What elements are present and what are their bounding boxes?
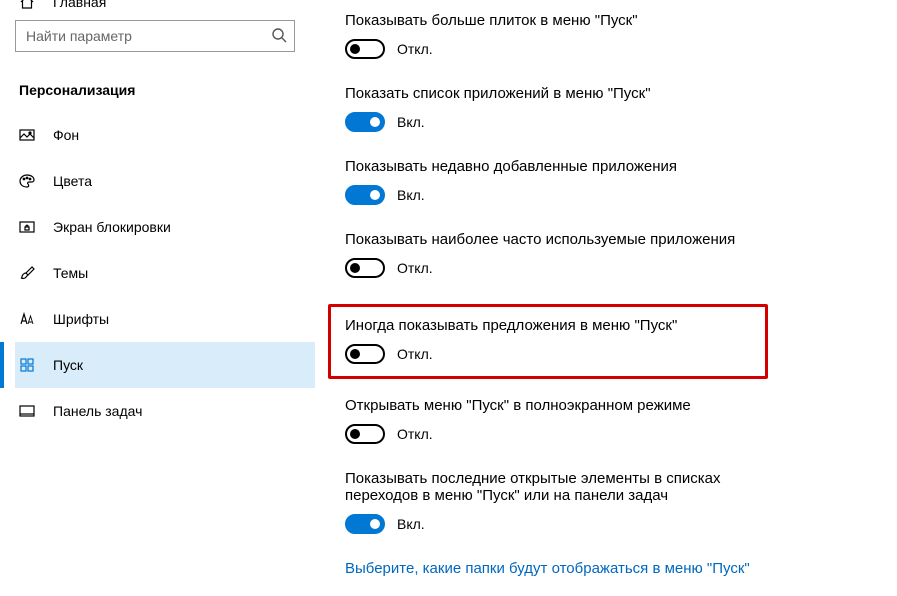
setting-most-used: Показывать наиболее часто используемые п…: [345, 231, 877, 278]
toggle-state: Откл.: [397, 346, 433, 362]
toggle-more-tiles[interactable]: [345, 39, 385, 59]
setting-label: Показывать последние открытые элементы в…: [345, 470, 775, 504]
sidebar-item-taskbar[interactable]: Панель задач: [15, 388, 315, 434]
sidebar-item-background[interactable]: Фон: [15, 112, 315, 158]
toggle-state: Вкл.: [397, 187, 425, 203]
search-wrap: [15, 20, 295, 52]
sidebar-item-colors[interactable]: Цвета: [15, 158, 315, 204]
setting-recent-apps: Показывать недавно добавленные приложени…: [345, 158, 877, 205]
sidebar-item-label: Экран блокировки: [53, 219, 171, 235]
toggle-most-used[interactable]: [345, 258, 385, 278]
palette-icon: [19, 173, 35, 189]
sidebar-item-label: Цвета: [53, 173, 92, 189]
search-input[interactable]: [15, 20, 295, 52]
setting-app-list: Показать список приложений в меню "Пуск"…: [345, 85, 877, 132]
sidebar-item-themes[interactable]: Темы: [15, 250, 315, 296]
sidebar-item-home[interactable]: Главная: [15, 0, 315, 12]
search-icon: [271, 27, 287, 43]
category-header: Персонализация: [15, 72, 315, 112]
toggle-state: Вкл.: [397, 516, 425, 532]
sidebar-item-label: Панель задач: [53, 403, 142, 419]
toggle-state: Вкл.: [397, 114, 425, 130]
setting-label: Показывать больше плиток в меню "Пуск": [345, 12, 877, 29]
setting-label: Показывать наиболее часто используемые п…: [345, 231, 877, 248]
toggle-suggestions[interactable]: [345, 344, 385, 364]
folders-link[interactable]: Выберите, какие папки будут отображаться…: [345, 560, 877, 577]
font-icon: [19, 311, 35, 327]
content: Пуск Показывать больше плиток в меню "Пу…: [315, 0, 897, 596]
home-icon: [19, 0, 35, 10]
setting-label: Показывать недавно добавленные приложени…: [345, 158, 877, 175]
toggle-recent-apps[interactable]: [345, 185, 385, 205]
picture-icon: [19, 127, 35, 143]
setting-jumplists: Показывать последние открытые элементы в…: [345, 470, 877, 534]
setting-label: Показать список приложений в меню "Пуск": [345, 85, 877, 102]
toggle-state: Откл.: [397, 260, 433, 276]
toggle-app-list[interactable]: [345, 112, 385, 132]
sidebar-home-label: Главная: [53, 0, 106, 10]
start-icon: [19, 357, 35, 373]
nav-list: Фон Цвета Экран блокировки Темы Шрифты: [15, 112, 315, 434]
sidebar-item-label: Темы: [53, 265, 88, 281]
sidebar: Главная Персонализация Фон Цвета Экран б…: [0, 0, 315, 596]
setting-fullscreen: Открывать меню "Пуск" в полноэкранном ре…: [345, 397, 877, 444]
toggle-fullscreen[interactable]: [345, 424, 385, 444]
setting-label: Иногда показывать предложения в меню "Пу…: [345, 317, 751, 334]
sidebar-item-lockscreen[interactable]: Экран блокировки: [15, 204, 315, 250]
brush-icon: [19, 265, 35, 281]
toggle-jumplists[interactable]: [345, 514, 385, 534]
taskbar-icon: [19, 403, 35, 419]
toggle-state: Откл.: [397, 41, 433, 57]
setting-more-tiles: Показывать больше плиток в меню "Пуск" О…: [345, 12, 877, 59]
setting-label: Открывать меню "Пуск" в полноэкранном ре…: [345, 397, 877, 414]
lockscreen-icon: [19, 219, 35, 235]
sidebar-item-label: Шрифты: [53, 311, 109, 327]
setting-suggestions: Иногда показывать предложения в меню "Пу…: [345, 317, 751, 364]
highlight-box: Иногда показывать предложения в меню "Пу…: [328, 304, 768, 379]
toggle-state: Откл.: [397, 426, 433, 442]
sidebar-item-fonts[interactable]: Шрифты: [15, 296, 315, 342]
sidebar-item-start[interactable]: Пуск: [15, 342, 315, 388]
sidebar-item-label: Пуск: [53, 357, 83, 373]
sidebar-item-label: Фон: [53, 127, 79, 143]
